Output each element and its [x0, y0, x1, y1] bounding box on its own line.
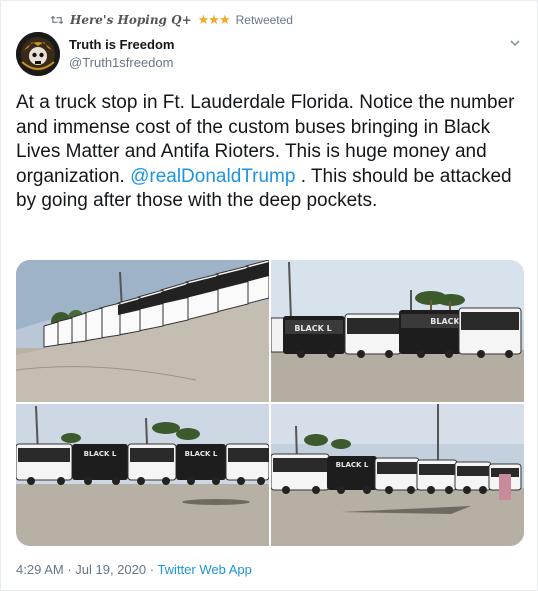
retweeted-label: Retweeted [235, 13, 293, 27]
bus-text-2: BLACK [430, 317, 460, 326]
retweet-context: Here's Hoping Q+ ★★★ Retweeted [50, 11, 293, 29]
bus-text-4: BLACK L [185, 450, 218, 458]
author-handle[interactable]: @Truth1sfreedom [69, 55, 174, 70]
avatar[interactable] [16, 32, 60, 76]
photo-4[interactable]: BLACK L [271, 404, 524, 546]
author-name[interactable]: Truth is Freedom [69, 37, 174, 52]
bus-text-1: BLACK L [294, 324, 331, 333]
retweet-icon [50, 16, 64, 24]
bus-text-3: BLACK L [84, 450, 117, 458]
photo-3[interactable]: BLACK L BLACK L [16, 404, 269, 546]
mention-link[interactable]: @realDonaldTrump [130, 166, 295, 187]
tweet-text: At a truck stop in Ft. Lauderdale Florid… [16, 91, 516, 214]
tweet-date[interactable]: Jul 19, 2020 [75, 562, 146, 577]
author-block[interactable]: Truth is Freedom @Truth1sfreedom [69, 37, 174, 70]
photo-2[interactable]: BLACK L BLACK [271, 260, 524, 402]
tweet-source[interactable]: Twitter Web App [157, 562, 251, 577]
photo-1[interactable] [16, 260, 269, 402]
tweet-meta: 4:29 AM · Jul 19, 2020 · Twitter Web App [16, 562, 252, 577]
meta-separator: · [146, 562, 158, 577]
bus-text-5: BLACK L [336, 461, 369, 469]
tweet-time[interactable]: 4:29 AM [16, 562, 64, 577]
avatar-image [16, 32, 60, 76]
star-emoji: ★★★ [197, 12, 231, 27]
meta-separator: · [63, 562, 76, 577]
media-grid: BLACK L BLACK BLACK L BLACK L BLACK L [16, 260, 524, 546]
chevron-down-icon[interactable] [508, 36, 522, 50]
retweeter-name[interactable]: Here's Hoping Q+ [70, 13, 192, 27]
